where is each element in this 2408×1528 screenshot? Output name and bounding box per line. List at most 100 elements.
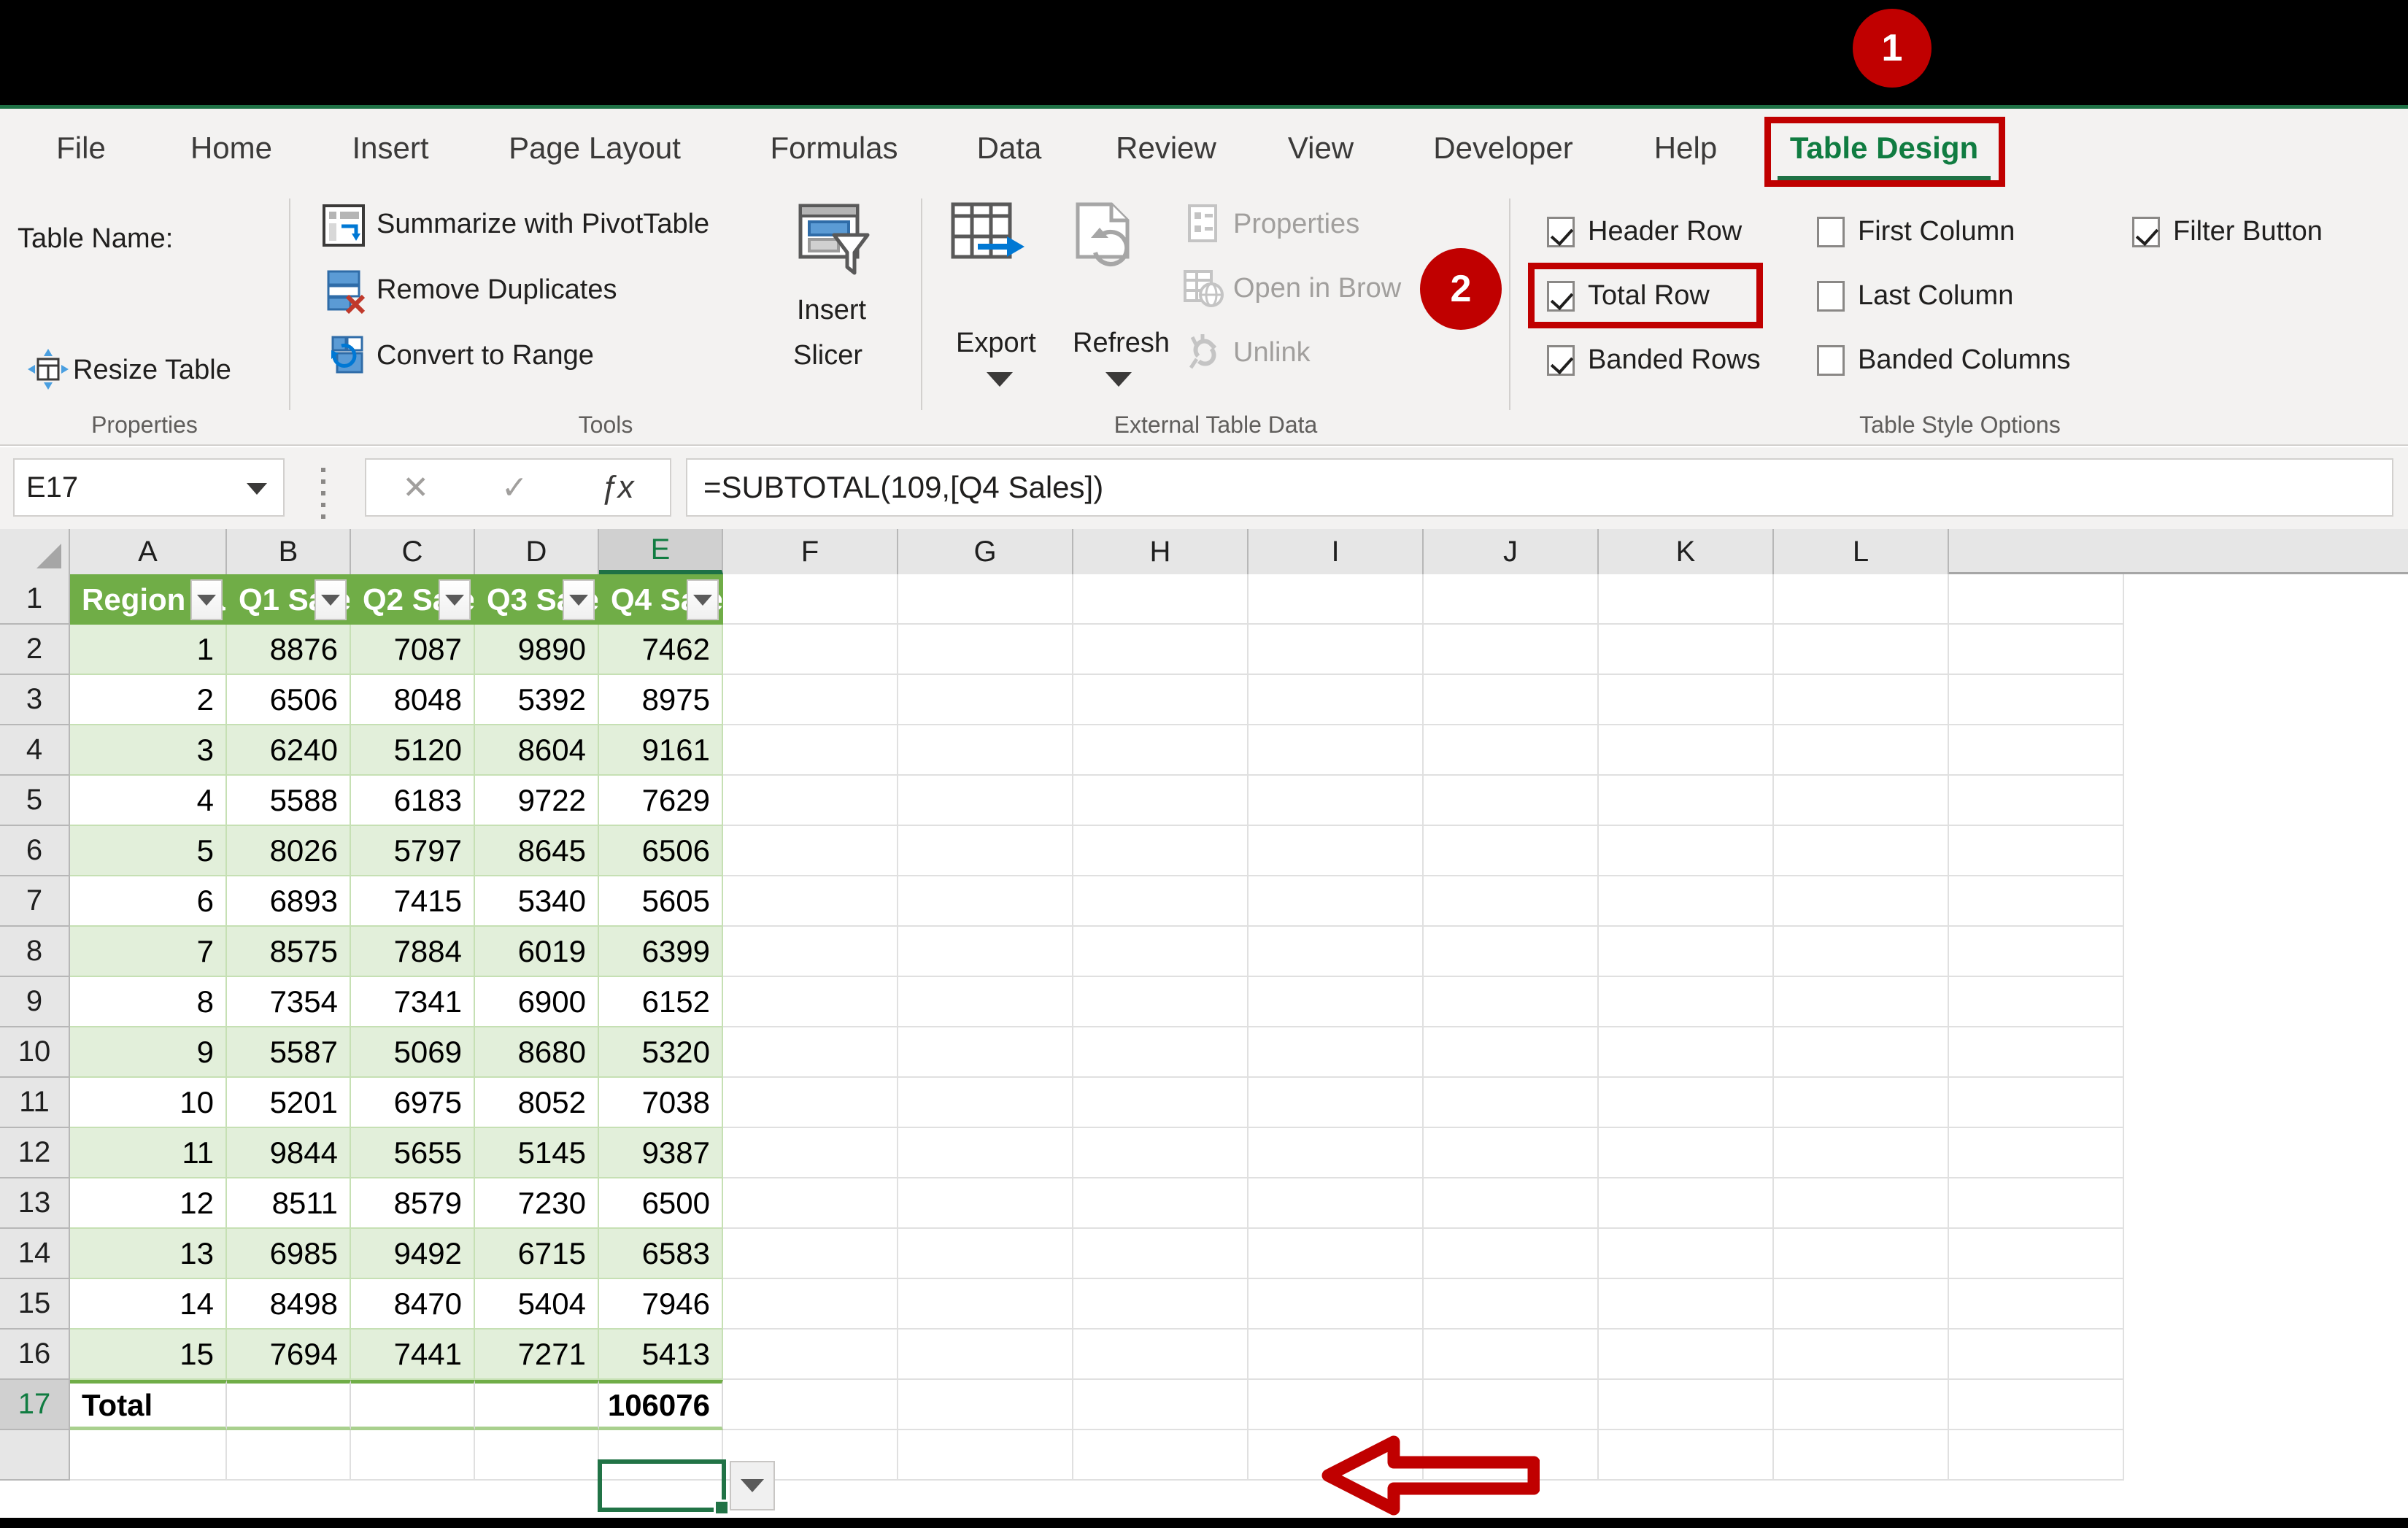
column-header-H[interactable]: H: [1073, 529, 1249, 574]
row-header-12[interactable]: 12: [0, 1128, 70, 1178]
cell-empty[interactable]: [1424, 927, 1599, 977]
total-row-cell-C17[interactable]: [351, 1380, 475, 1430]
cell-empty[interactable]: [1249, 977, 1424, 1027]
row-header-9[interactable]: 9: [0, 977, 70, 1027]
row-header-7[interactable]: 7: [0, 876, 70, 927]
cell-empty[interactable]: [1424, 826, 1599, 876]
cell-empty[interactable]: [898, 1027, 1073, 1078]
cell-E16[interactable]: 5413: [599, 1330, 723, 1380]
cell-C15[interactable]: 8470: [351, 1279, 475, 1330]
cell-empty[interactable]: [1073, 1380, 1249, 1430]
cell-empty[interactable]: [1949, 1128, 2124, 1178]
header-row-checkbox-box[interactable]: [1547, 216, 1575, 247]
cell-empty[interactable]: [1424, 725, 1599, 776]
checkbox-total-row[interactable]: Total Row: [1547, 280, 1710, 312]
column-header-E[interactable]: E: [599, 529, 723, 574]
cell-B15[interactable]: 8498: [227, 1279, 351, 1330]
column-header-F[interactable]: F: [723, 529, 898, 574]
cell-empty[interactable]: [1424, 1229, 1599, 1279]
cell-empty[interactable]: [1249, 625, 1424, 675]
cell-empty[interactable]: [1073, 977, 1249, 1027]
cell-empty[interactable]: [723, 675, 898, 725]
cell-D3[interactable]: 5392: [475, 675, 599, 725]
cell-C3[interactable]: 8048: [351, 675, 475, 725]
first-column-checkbox-box[interactable]: [1817, 216, 1845, 247]
cell-empty[interactable]: [1424, 1027, 1599, 1078]
cell-empty[interactable]: [1774, 1027, 1949, 1078]
cell-empty[interactable]: [1073, 1279, 1249, 1330]
row-header-4[interactable]: 4: [0, 725, 70, 776]
cell-E12[interactable]: 9387: [599, 1128, 723, 1178]
row-header-10[interactable]: 10: [0, 1027, 70, 1078]
cell-empty[interactable]: [1949, 1380, 2124, 1430]
cell-B8[interactable]: 8575: [227, 927, 351, 977]
cell-empty[interactable]: [723, 1279, 898, 1330]
cell-A6[interactable]: 5: [70, 826, 227, 876]
row-header-18[interactable]: [0, 1430, 70, 1481]
cell-E4[interactable]: 9161: [599, 725, 723, 776]
row-header-3[interactable]: 3: [0, 675, 70, 725]
cell-empty[interactable]: [1774, 625, 1949, 675]
cell-C5[interactable]: 6183: [351, 776, 475, 826]
cell-A13[interactable]: 12: [70, 1178, 227, 1229]
banded-rows-checkbox-box[interactable]: [1547, 344, 1575, 376]
cell-empty[interactable]: [723, 1128, 898, 1178]
row-header-17[interactable]: 17: [0, 1380, 70, 1430]
cell-D8[interactable]: 6019: [475, 927, 599, 977]
cell-B5[interactable]: 5588: [227, 776, 351, 826]
cell-empty[interactable]: [1424, 1330, 1599, 1380]
cell-A7[interactable]: 6: [70, 876, 227, 927]
cell-empty[interactable]: [723, 826, 898, 876]
cell-empty[interactable]: [723, 1330, 898, 1380]
cell-empty[interactable]: [1424, 977, 1599, 1027]
cell-D15[interactable]: 5404: [475, 1279, 599, 1330]
cell-empty[interactable]: [898, 1128, 1073, 1178]
checkbox-filter-button[interactable]: Filter Button: [2132, 216, 2323, 247]
cell-empty[interactable]: [723, 1380, 898, 1430]
cell-empty[interactable]: [723, 1178, 898, 1229]
cell-empty[interactable]: [723, 1078, 898, 1128]
cell-empty[interactable]: [1599, 1027, 1774, 1078]
cell-empty[interactable]: [1424, 1128, 1599, 1178]
row-header-2[interactable]: 2: [0, 625, 70, 675]
cell-D4[interactable]: 8604: [475, 725, 599, 776]
banded-columns-checkbox-box[interactable]: [1817, 344, 1845, 376]
total-row-cell-B17[interactable]: [227, 1380, 351, 1430]
cell-empty[interactable]: [1424, 574, 1599, 625]
cell-empty[interactable]: [227, 1430, 351, 1481]
cell-empty[interactable]: [1949, 725, 2124, 776]
cell-empty[interactable]: [1774, 1229, 1949, 1279]
cell-C6[interactable]: 5797: [351, 826, 475, 876]
cell-empty[interactable]: [898, 826, 1073, 876]
cell-empty[interactable]: [1424, 776, 1599, 826]
cell-E10[interactable]: 5320: [599, 1027, 723, 1078]
cell-empty[interactable]: [1599, 776, 1774, 826]
cell-empty[interactable]: [1249, 1078, 1424, 1128]
cell-empty[interactable]: [1774, 927, 1949, 977]
cell-D7[interactable]: 5340: [475, 876, 599, 927]
column-header-J[interactable]: J: [1424, 529, 1599, 574]
row-header-14[interactable]: 14: [0, 1229, 70, 1279]
checkbox-banded-columns[interactable]: Banded Columns: [1817, 344, 2071, 376]
cell-empty[interactable]: [1424, 876, 1599, 927]
cell-empty[interactable]: [723, 977, 898, 1027]
cell-A16[interactable]: 15: [70, 1330, 227, 1380]
last-column-checkbox-box[interactable]: [1817, 280, 1845, 312]
row-header-6[interactable]: 6: [0, 826, 70, 876]
cell-empty[interactable]: [1073, 1229, 1249, 1279]
cell-empty[interactable]: [1774, 1279, 1949, 1330]
cell-C13[interactable]: 8579: [351, 1178, 475, 1229]
cell-empty[interactable]: [898, 1229, 1073, 1279]
export-label[interactable]: Export: [956, 328, 1036, 359]
cell-empty[interactable]: [898, 1178, 1073, 1229]
cell-empty[interactable]: [1249, 1027, 1424, 1078]
cell-empty[interactable]: [351, 1430, 475, 1481]
filter-dropdown-icon-D[interactable]: [563, 579, 595, 620]
cell-empty[interactable]: [898, 876, 1073, 927]
tab-home[interactable]: Home: [169, 109, 293, 187]
cell-E13[interactable]: 6500: [599, 1178, 723, 1229]
cell-D13[interactable]: 7230: [475, 1178, 599, 1229]
cell-C4[interactable]: 5120: [351, 725, 475, 776]
cell-B6[interactable]: 8026: [227, 826, 351, 876]
cell-A10[interactable]: 9: [70, 1027, 227, 1078]
